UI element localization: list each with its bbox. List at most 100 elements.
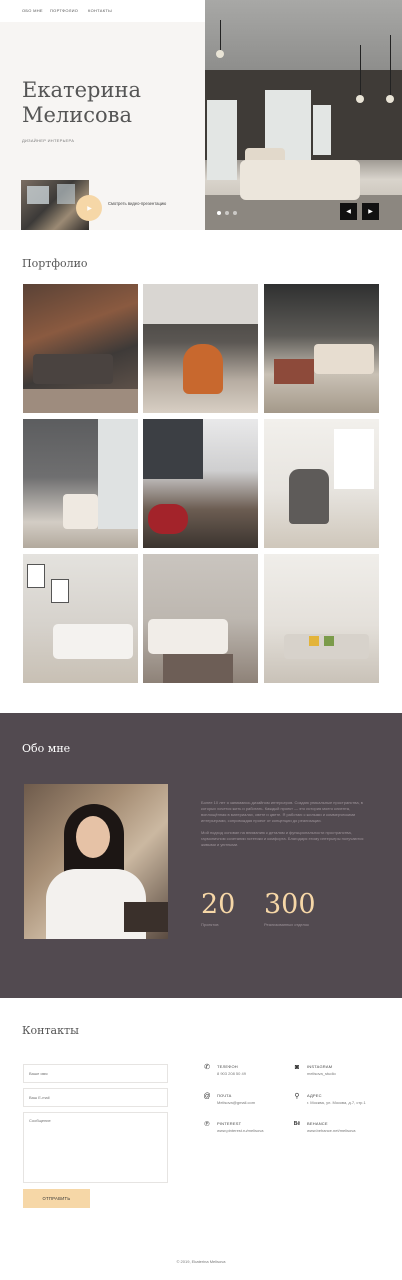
arrow-right-icon: ▶ <box>368 209 373 215</box>
portfolio-item[interactable] <box>143 419 258 548</box>
about-portrait <box>24 784 168 939</box>
slider-dots <box>217 211 237 215</box>
phone-icon: ✆ <box>204 1064 210 1071</box>
photo-sofa <box>33 354 113 384</box>
contact-label: BEHANCE <box>307 1121 328 1126</box>
portrait-table <box>124 902 168 932</box>
contacts-title: Контакты <box>22 1024 79 1037</box>
slider-next-button[interactable]: ▶ <box>362 203 379 220</box>
behance-icon: Bē <box>293 1121 301 1127</box>
photo-window <box>313 105 331 155</box>
slider-dot[interactable] <box>233 211 237 215</box>
contact-value: melisova_studio <box>307 1071 336 1076</box>
instagram-icon: ◙ <box>294 1064 300 1071</box>
portfolio-item[interactable] <box>23 554 138 683</box>
footer-copyright: © 2019, Ekaterina Melisova <box>176 1259 226 1264</box>
photo-sofa <box>148 619 228 654</box>
message-textarea[interactable] <box>23 1112 168 1183</box>
photo-window <box>98 419 138 529</box>
stat-label: Проектов <box>201 922 219 927</box>
portfolio-grid <box>23 284 379 684</box>
contact-address[interactable]: ⚲ АДРЕС г. Москва, ул. Москва, д.7, стр.… <box>293 1093 366 1105</box>
photo-armchair <box>63 494 98 529</box>
contact-label: ТЕЛЕФОН <box>217 1064 238 1069</box>
stat-finishes: 300 Реализованных отделок <box>264 889 316 928</box>
slider-prev-button[interactable]: ◀ <box>340 203 357 220</box>
hero-name-first: Екатерина <box>22 78 141 102</box>
play-icon: ▶ <box>87 205 92 212</box>
contact-label: PINTEREST <box>217 1121 242 1126</box>
hero-section: ОБО МНЕ ПОРТФОЛИО КОНТАКТЫ Екатерина Мел… <box>0 0 402 230</box>
photo-cushion <box>309 636 319 646</box>
contact-pinterest[interactable]: ℗ PINTEREST www.pinterest.ru/melisova <box>203 1121 263 1133</box>
photo-ceiling <box>205 0 402 70</box>
photo-armchair <box>289 469 329 524</box>
photo-trunk <box>274 359 314 384</box>
submit-button[interactable]: ОТПРАВИТЬ <box>23 1189 90 1208</box>
portfolio-item[interactable] <box>23 419 138 548</box>
pinterest-icon: ℗ <box>204 1121 210 1128</box>
play-video-button[interactable]: ▶ <box>76 195 102 221</box>
portfolio-item[interactable] <box>23 284 138 413</box>
contact-instagram[interactable]: ◙ INSTAGRAM melisova_studio <box>293 1064 336 1076</box>
lamp-cord <box>360 45 361 95</box>
hero-name: Екатерина Мелисова <box>22 78 141 128</box>
portfolio-item[interactable] <box>264 554 379 683</box>
stat-projects: 20 Проектов <box>201 889 236 928</box>
arrow-left-icon: ◀ <box>346 209 351 215</box>
portfolio-item[interactable] <box>143 554 258 683</box>
contact-label: INSTAGRAM <box>307 1064 333 1069</box>
pendant-lamp <box>216 50 224 58</box>
hero-subtitle: ДИЗАЙНЕР ИНТЕРЬЕРА <box>22 138 75 143</box>
top-navigation: ОБО МНЕ ПОРТФОЛИО КОНТАКТЫ <box>0 0 205 22</box>
stat-label: Реализованных отделок <box>264 922 309 927</box>
photo-sofa <box>314 344 374 374</box>
about-paragraph: Мой подход основан на вниманию к деталям… <box>201 830 364 847</box>
portfolio-item[interactable] <box>264 284 379 413</box>
contact-phone[interactable]: ✆ ТЕЛЕФОН 8 903 208 50 49 <box>203 1064 246 1076</box>
hero-name-last: Мелисова <box>22 103 133 127</box>
portfolio-item[interactable] <box>264 419 379 548</box>
contact-value: www.behance.net/melisova <box>307 1128 356 1133</box>
email-icon: @ <box>203 1093 211 1100</box>
about-text: Более 10 лет я занимаюсь дизайном интерь… <box>201 800 366 854</box>
photo-floor <box>23 389 138 413</box>
contact-label: АДРЕС <box>307 1093 322 1098</box>
nav-link-portfolio[interactable]: ПОРТФОЛИО <box>50 8 78 13</box>
nav-link-contacts[interactable]: КОНТАКТЫ <box>88 8 112 13</box>
photo-bicycle <box>148 504 188 534</box>
hero-text-panel: ОБО МНЕ ПОРТФОЛИО КОНТАКТЫ Екатерина Мел… <box>0 0 205 230</box>
photo-cushion <box>324 636 334 646</box>
contact-value: 8 903 208 50 49 <box>217 1071 246 1076</box>
photo-window <box>207 100 237 180</box>
photo-window <box>143 419 203 479</box>
nav-link-about[interactable]: ОБО МНЕ <box>22 8 43 13</box>
name-input[interactable] <box>23 1064 168 1083</box>
photo-sofa <box>240 160 360 200</box>
contact-email[interactable]: @ ПОЧТА Melisova@gmail.com <box>203 1093 255 1105</box>
stat-value: 300 <box>264 889 316 920</box>
portfolio-item[interactable] <box>143 284 258 413</box>
video-label[interactable]: Смотреть видео-презентацию <box>108 201 168 207</box>
portfolio-title: Портфолио <box>22 257 88 270</box>
contact-behance[interactable]: Bē BEHANCE www.behance.net/melisova <box>293 1121 356 1133</box>
contact-value: г. Москва, ул. Москва, д.7, стр.1 <box>307 1100 366 1105</box>
about-title: Обо мне <box>22 742 71 755</box>
pendant-lamp <box>386 95 394 103</box>
portrait-face <box>76 816 110 858</box>
photo-frame <box>27 564 45 588</box>
slider-dot[interactable] <box>225 211 229 215</box>
photo-window <box>334 429 374 489</box>
about-paragraph: Более 10 лет я занимаюсь дизайном интерь… <box>201 800 363 823</box>
email-input[interactable] <box>23 1088 168 1107</box>
photo-frame <box>51 579 69 603</box>
hero-slider-image <box>205 0 402 230</box>
lamp-cord <box>390 35 391 95</box>
photo-armchair <box>183 344 223 394</box>
contact-value: www.pinterest.ru/melisova <box>217 1128 264 1133</box>
location-icon: ⚲ <box>294 1093 300 1100</box>
lamp-cord <box>220 20 221 50</box>
stat-value: 20 <box>201 889 236 920</box>
photo-sofa <box>53 624 133 659</box>
slider-dot[interactable] <box>217 211 221 215</box>
